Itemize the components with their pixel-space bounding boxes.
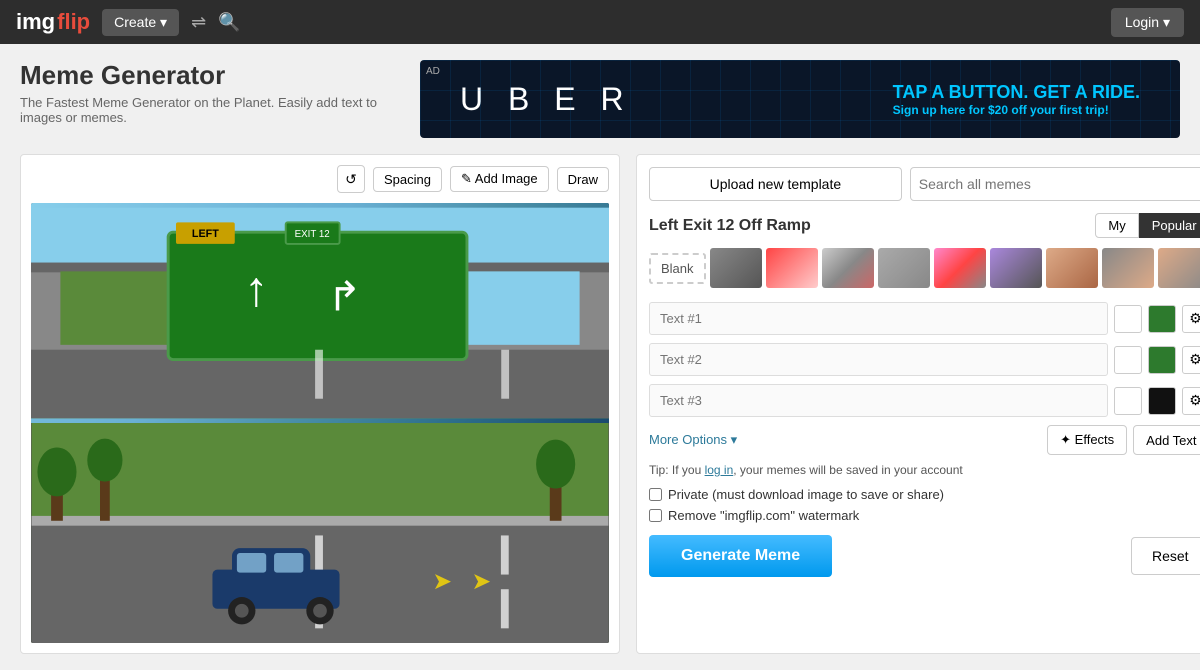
text1-color-green[interactable]: [1148, 305, 1176, 333]
ad-subtext-suffix: off your first trip!: [1008, 103, 1109, 117]
text1-gear-button[interactable]: ⚙: [1182, 305, 1200, 333]
text1-row: ⚙: [649, 302, 1200, 335]
template-actions: Upload new template: [649, 167, 1200, 201]
thumb-blank[interactable]: Blank: [649, 253, 706, 284]
add-image-button[interactable]: ✎ Add Image: [450, 166, 549, 192]
text2-color-white[interactable]: [1114, 346, 1142, 374]
thumb-item[interactable]: [934, 248, 986, 288]
text2-input[interactable]: [649, 343, 1108, 376]
uber-logo: U B E R: [460, 81, 632, 118]
meme-image: LEFT EXIT 12 ↑ ↱: [31, 203, 609, 643]
meme-top: LEFT EXIT 12 ↑ ↱: [31, 203, 609, 423]
create-button[interactable]: Create ▾: [102, 9, 179, 36]
svg-text:↱: ↱: [327, 274, 361, 320]
logo[interactable]: imgflip: [16, 9, 90, 35]
thumb-item[interactable]: [1102, 248, 1154, 288]
generate-row: Generate Meme Reset: [649, 535, 1200, 577]
svg-text:LEFT: LEFT: [192, 228, 219, 240]
ad-text-block: TAP A BUTTON. GET A RIDE. Sign up here f…: [893, 82, 1140, 117]
private-checkbox[interactable]: [649, 488, 662, 501]
svg-text:➤: ➤: [432, 568, 452, 594]
shuffle-icon[interactable]: ⇌: [191, 12, 206, 33]
thumbnails: Blank: [649, 248, 1200, 288]
tip-text: Tip: If you log in, your memes will be s…: [649, 463, 1200, 477]
page-subtitle: The Fastest Meme Generator on the Planet…: [20, 95, 400, 125]
logo-flip: flip: [57, 9, 90, 35]
left-panel: ↺ Spacing ✎ Add Image Draw: [20, 154, 620, 654]
generate-button[interactable]: Generate Meme: [649, 535, 832, 577]
ad-subtext: Sign up here for $20 off your first trip…: [893, 103, 1140, 117]
logo-img: img: [16, 9, 55, 35]
svg-text:↑: ↑: [244, 263, 268, 317]
template-title-row: Left Exit 12 Off Ramp My Popular: [649, 213, 1200, 238]
text2-row: ⚙: [649, 343, 1200, 376]
template-title: Left Exit 12 Off Ramp: [649, 217, 811, 235]
ad-headline: TAP A BUTTON. GET A RIDE.: [893, 82, 1140, 103]
search-input[interactable]: [910, 167, 1200, 201]
header-section: Meme Generator The Fastest Meme Generato…: [20, 60, 1180, 138]
ad-banner: AD U B E R TAP A BUTTON. GET A RIDE. Sig…: [420, 60, 1180, 138]
thumb-item[interactable]: [1046, 248, 1098, 288]
spacing-button[interactable]: Spacing: [373, 167, 442, 192]
tab-group: My Popular: [1095, 213, 1200, 238]
effects-button[interactable]: ✦ Effects: [1047, 425, 1127, 455]
private-checkbox-row: Private (must download image to save or …: [649, 487, 1200, 502]
text2-color-green[interactable]: [1148, 346, 1176, 374]
login-button[interactable]: Login ▾: [1111, 8, 1184, 37]
reset-button[interactable]: Reset: [1131, 537, 1200, 575]
page-title: Meme Generator: [20, 60, 400, 91]
text2-gear-button[interactable]: ⚙: [1182, 346, 1200, 374]
thumb-item[interactable]: [710, 248, 762, 288]
right-panel: Upload new template Left Exit 12 Off Ram…: [636, 154, 1200, 654]
tip-suffix: , your memes will be saved in your accou…: [733, 463, 962, 477]
ad-discount: $20: [988, 103, 1008, 117]
watermark-label: Remove "imgflip.com" watermark: [668, 508, 859, 523]
watermark-checkbox-row: Remove "imgflip.com" watermark: [649, 508, 1200, 523]
draw-button[interactable]: Draw: [557, 167, 609, 192]
toolbar: ↺ Spacing ✎ Add Image Draw: [31, 165, 609, 193]
bottom-scene-svg: ➤ ➤: [31, 423, 609, 643]
svg-text:EXIT 12: EXIT 12: [295, 229, 330, 240]
thumb-item[interactable]: [1158, 248, 1200, 288]
more-options-button[interactable]: More Options ▾: [649, 432, 737, 448]
watermark-checkbox[interactable]: [649, 509, 662, 522]
text3-color-white[interactable]: [1114, 387, 1142, 415]
rotate-button[interactable]: ↺: [337, 165, 365, 193]
text1-color-white[interactable]: [1114, 305, 1142, 333]
text3-gear-button[interactable]: ⚙: [1182, 387, 1200, 415]
text1-input[interactable]: [649, 302, 1108, 335]
upload-template-button[interactable]: Upload new template: [649, 167, 902, 201]
tab-popular[interactable]: Popular: [1139, 213, 1200, 238]
private-label: Private (must download image to save or …: [668, 487, 944, 502]
ad-label: AD: [426, 66, 440, 77]
svg-text:➤: ➤: [472, 568, 492, 594]
options-row: More Options ▾ ✦ Effects Add Text: [649, 425, 1200, 455]
text3-input[interactable]: [649, 384, 1108, 417]
add-text-button[interactable]: Add Text: [1133, 425, 1200, 455]
content-area: ↺ Spacing ✎ Add Image Draw: [20, 154, 1180, 654]
navbar: imgflip Create ▾ ⇌ 🔍 Login ▾: [0, 0, 1200, 44]
thumb-item[interactable]: [990, 248, 1042, 288]
tab-my[interactable]: My: [1095, 213, 1138, 238]
ad-subtext-prefix: Sign up here for: [893, 103, 988, 117]
thumb-item[interactable]: [766, 248, 818, 288]
main-container: Meme Generator The Fastest Meme Generato…: [0, 44, 1200, 670]
thumb-item[interactable]: [822, 248, 874, 288]
thumb-item[interactable]: [878, 248, 930, 288]
navbar-left: imgflip Create ▾ ⇌ 🔍: [16, 9, 241, 36]
top-scene-svg: LEFT EXIT 12 ↑ ↱: [31, 203, 609, 423]
tip-login-link[interactable]: log in: [705, 463, 734, 477]
action-buttons: ✦ Effects Add Text: [1047, 425, 1200, 455]
search-icon[interactable]: 🔍: [218, 12, 240, 33]
meme-bottom: ➤ ➤: [31, 423, 609, 643]
header-left: Meme Generator The Fastest Meme Generato…: [20, 60, 400, 138]
text3-color-black[interactable]: [1148, 387, 1176, 415]
text3-row: ⚙: [649, 384, 1200, 417]
tip-prefix: Tip: If you: [649, 463, 705, 477]
